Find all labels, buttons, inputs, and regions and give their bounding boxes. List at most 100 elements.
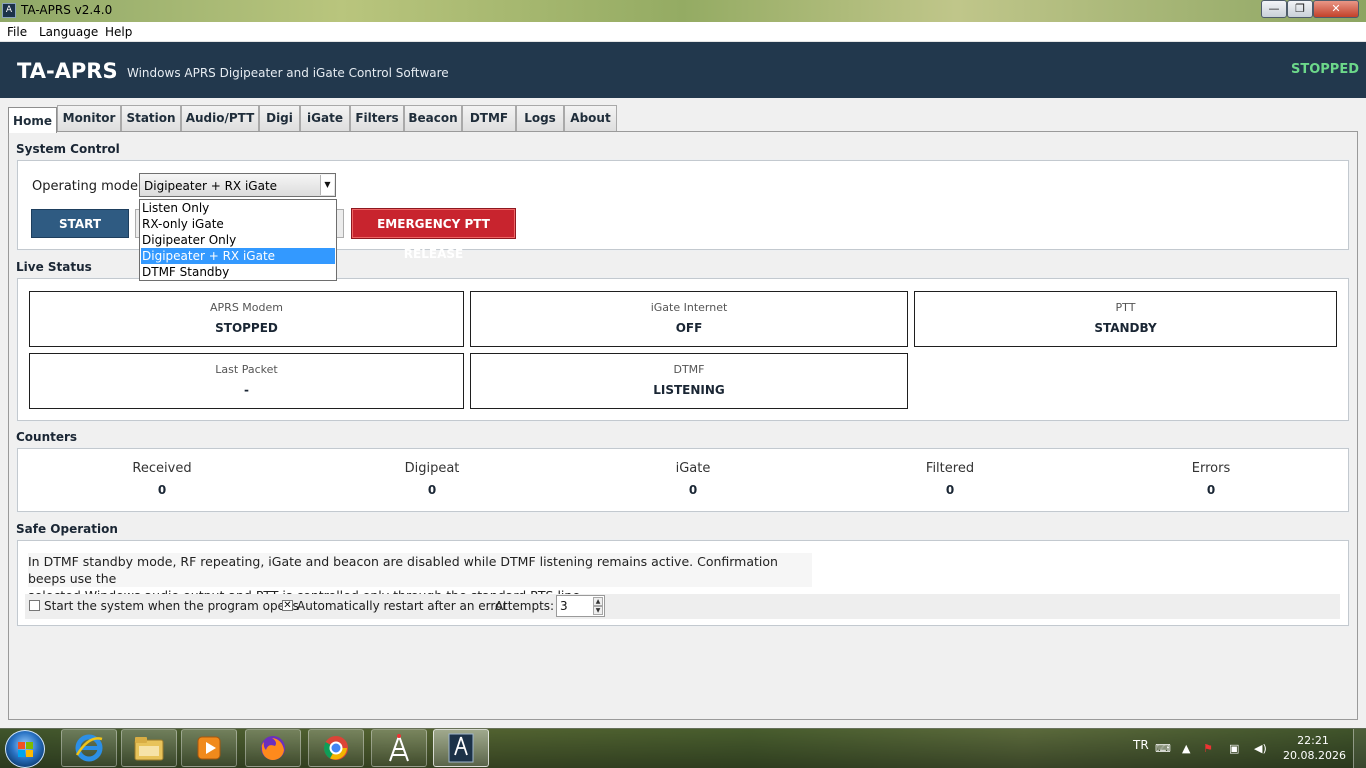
status-card-dtmf: DTMF LISTENING — [470, 353, 908, 409]
volume-icon[interactable]: ◀) — [1254, 742, 1267, 755]
menu-bar: File Language Help — [0, 22, 1366, 42]
attempts-value[interactable]: 3 — [560, 599, 568, 613]
mode-option-dtmf-standby[interactable]: DTMF Standby — [141, 264, 335, 280]
ta-aprs-icon — [448, 733, 474, 763]
counter-label: Filtered — [925, 461, 975, 476]
card-label: DTMF — [673, 363, 705, 376]
status-card-aprs-modem: APRS Modem STOPPED — [29, 291, 464, 347]
live-status-title: Live Status — [16, 260, 92, 274]
attempts-label: Attempts: — [495, 599, 555, 613]
clock-time: 22:21 — [1297, 734, 1329, 747]
show-desktop-button[interactable] — [1353, 729, 1366, 768]
taskbar-chrome[interactable] — [308, 729, 364, 767]
app-title: TA-APRS — [17, 59, 118, 83]
window-title-bar[interactable] — [0, 0, 1366, 22]
tab-beacon[interactable]: Beacon — [404, 105, 462, 131]
counter-igate: iGate 0 — [633, 461, 753, 497]
network-icon[interactable]: ▣ — [1229, 742, 1239, 755]
counter-errors: Errors 0 — [1151, 461, 1271, 497]
card-value: STANDBY — [1094, 321, 1157, 335]
autostart-checkbox[interactable] — [29, 600, 40, 611]
operating-mode-value: Digipeater + RX iGate — [144, 179, 278, 193]
keyboard-icon[interactable]: ⌨ — [1155, 742, 1171, 755]
taskbar-clock[interactable]: 22:21 20.08.2026 — [1283, 733, 1346, 763]
card-label: Last Packet — [215, 363, 278, 376]
taskbar-ta-aprs[interactable] — [433, 729, 489, 767]
status-card-last-packet: Last Packet - — [29, 353, 464, 409]
chevron-down-icon[interactable]: ▼ — [320, 175, 334, 195]
mode-option-listen-only[interactable]: Listen Only — [141, 200, 335, 216]
counter-label: Received — [132, 461, 192, 476]
counter-value: 0 — [945, 483, 955, 497]
card-value: OFF — [675, 321, 703, 335]
counter-label: iGate — [675, 461, 711, 476]
tab-digi[interactable]: Digi — [259, 105, 300, 131]
tray-language-indicator[interactable]: TR — [1133, 738, 1149, 752]
tab-dtmf[interactable]: DTMF — [462, 105, 516, 131]
status-card-ptt: PTT STANDBY — [914, 291, 1337, 347]
card-label: APRS Modem — [210, 301, 283, 314]
system-control-title: System Control — [16, 142, 120, 156]
counter-received: Received 0 — [102, 461, 222, 497]
start-button[interactable]: START — [31, 209, 129, 238]
counter-label: Errors — [1191, 461, 1231, 476]
tab-about[interactable]: About — [564, 105, 617, 131]
taskbar-internet-explorer[interactable] — [61, 729, 117, 767]
status-card-igate-internet: iGate Internet OFF — [470, 291, 908, 347]
autorestart-label[interactable]: Automatically restart after an error — [297, 599, 507, 613]
taskbar-file-explorer[interactable] — [121, 729, 177, 767]
tab-home[interactable]: Home — [8, 107, 57, 133]
autorestart-checkbox[interactable]: ✕ — [282, 600, 293, 611]
media-player-icon — [197, 736, 221, 760]
counter-value: 0 — [157, 483, 167, 497]
operating-mode-label: Operating mode — [32, 179, 138, 194]
minimize-button[interactable]: — — [1261, 0, 1287, 18]
spin-up-icon[interactable]: ▲ — [593, 597, 603, 606]
operating-mode-dropdown: Listen Only RX-only iGate Digipeater Onl… — [139, 199, 337, 281]
chrome-icon — [323, 736, 348, 760]
tab-monitor[interactable]: Monitor — [57, 105, 121, 131]
counter-filtered: Filtered 0 — [890, 461, 1010, 497]
attempts-stepper[interactable]: 3 ▲ ▼ — [556, 595, 605, 617]
menu-file[interactable]: File — [7, 25, 27, 39]
mode-option-rx-only-igate[interactable]: RX-only iGate — [141, 216, 335, 232]
counter-digipeat: Digipeat 0 — [372, 461, 492, 497]
counters-title: Counters — [16, 430, 78, 444]
counter-value: 0 — [427, 483, 437, 497]
taskbar-firefox[interactable] — [245, 729, 301, 767]
tab-filters[interactable]: Filters — [350, 105, 404, 131]
mode-option-digipeater-rx-igate[interactable]: Digipeater + RX iGate — [141, 248, 335, 264]
card-value: STOPPED — [215, 321, 278, 335]
taskbar-media-player[interactable] — [181, 729, 237, 767]
tab-igate[interactable]: iGate — [300, 105, 350, 131]
tray-expand-icon[interactable]: ▲ — [1182, 742, 1190, 755]
card-label: iGate Internet — [650, 301, 728, 314]
mode-option-digipeater-only[interactable]: Digipeater Only — [141, 232, 335, 248]
tab-station[interactable]: Station — [121, 105, 181, 131]
card-value: LISTENING — [653, 383, 725, 397]
card-label: PTT — [1115, 301, 1136, 314]
file-explorer-icon — [134, 737, 164, 761]
tab-audio-ptt[interactable]: Audio/PTT — [181, 105, 259, 131]
tower-app-icon — [389, 734, 409, 762]
menu-help[interactable]: Help — [105, 25, 132, 39]
card-value: - — [244, 383, 249, 397]
menu-language[interactable]: Language — [39, 25, 98, 39]
app-header: TA-APRS Windows APRS Digipeater and iGat… — [0, 42, 1366, 98]
autostart-label[interactable]: Start the system when the program opens — [44, 599, 299, 613]
emergency-ptt-release-button[interactable]: EMERGENCY PTT RELEASE — [351, 208, 516, 261]
clock-date: 20.08.2026 — [1283, 749, 1346, 762]
counter-label: Digipeat — [404, 461, 460, 476]
close-button[interactable]: ✕ — [1313, 0, 1359, 18]
firefox-icon — [261, 736, 285, 761]
internet-explorer-icon — [75, 734, 103, 762]
safe-operation-info-line-1: In DTMF standby mode, RF repeating, iGat… — [28, 554, 778, 586]
taskbar-tower-app[interactable] — [371, 729, 427, 767]
safe-operation-info: In DTMF standby mode, RF repeating, iGat… — [28, 553, 812, 603]
operating-mode-select[interactable]: Digipeater + RX iGate ▼ — [139, 173, 336, 197]
action-center-icon[interactable]: ⚑ — [1203, 742, 1213, 755]
spin-down-icon[interactable]: ▼ — [593, 606, 603, 615]
maximize-button[interactable]: ❐ — [1287, 0, 1313, 18]
windows-start-icon[interactable] — [5, 730, 45, 768]
tab-logs[interactable]: Logs — [516, 105, 564, 131]
